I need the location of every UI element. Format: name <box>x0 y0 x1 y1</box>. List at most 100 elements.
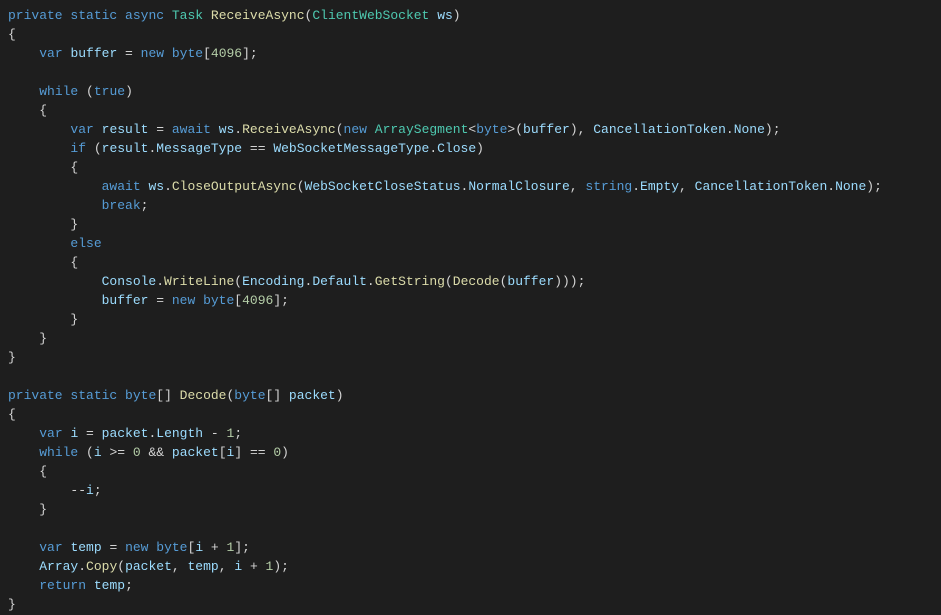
token-kw: static <box>70 8 117 23</box>
token-pun: [] <box>156 388 179 403</box>
token-pun <box>8 84 39 99</box>
token-pun: } <box>8 217 78 232</box>
token-id: temp <box>188 559 219 574</box>
token-id: ws <box>437 8 453 23</box>
token-id: packet <box>172 445 219 460</box>
code-line[interactable]: while (true) <box>8 84 133 99</box>
code-line[interactable]: var result = await ws.ReceiveAsync(new A… <box>8 122 781 137</box>
token-pun: , <box>679 179 695 194</box>
token-kw: private <box>8 8 63 23</box>
code-line[interactable]: Console.WriteLine(Encoding.Default.GetSt… <box>8 274 585 289</box>
token-id: Length <box>156 426 203 441</box>
token-pun: ( <box>336 122 344 137</box>
code-line[interactable]: { <box>8 27 16 42</box>
token-pun: - <box>203 426 226 441</box>
token-typ: ClientWebSocket <box>312 8 429 23</box>
code-line[interactable]: } <box>8 331 47 346</box>
token-pun <box>86 578 94 593</box>
token-pun: . <box>827 179 835 194</box>
token-pun: ( <box>78 84 94 99</box>
token-pun <box>8 559 39 574</box>
token-pun: { <box>8 27 16 42</box>
token-pun: ; <box>125 578 133 593</box>
code-line[interactable]: return temp; <box>8 578 133 593</box>
token-pun: ) <box>476 141 484 156</box>
token-num: 4096 <box>211 46 242 61</box>
code-line[interactable]: { <box>8 464 47 479</box>
code-line[interactable]: { <box>8 407 16 422</box>
code-line[interactable]: } <box>8 597 16 612</box>
token-kw: string <box>585 179 632 194</box>
token-id: Empty <box>640 179 679 194</box>
token-id: None <box>734 122 765 137</box>
token-pun: ) <box>453 8 461 23</box>
code-line[interactable]: if (result.MessageType == WebSocketMessa… <box>8 141 484 156</box>
code-line[interactable]: } <box>8 502 47 517</box>
code-line[interactable]: --i; <box>8 483 102 498</box>
token-kw: new <box>172 293 195 308</box>
token-pun: ))); <box>554 274 585 289</box>
code-line[interactable]: await ws.CloseOutputAsync(WebSocketClose… <box>8 179 882 194</box>
token-pun <box>8 179 102 194</box>
code-line[interactable]: { <box>8 160 78 175</box>
token-id: CancellationToken <box>593 122 726 137</box>
token-pun: [] <box>266 388 289 403</box>
token-kw: new <box>125 540 148 555</box>
code-line[interactable]: } <box>8 312 78 327</box>
code-line[interactable]: else <box>8 236 102 251</box>
code-line[interactable]: var buffer = new byte[4096]; <box>8 46 258 61</box>
code-line[interactable]: var i = packet.Length - 1; <box>8 426 242 441</box>
token-pun <box>367 122 375 137</box>
token-cfw: while <box>39 84 78 99</box>
code-line[interactable]: break; <box>8 198 148 213</box>
token-fn: ReceiveAsync <box>211 8 305 23</box>
token-kw: true <box>94 84 125 99</box>
token-pun: = <box>78 426 101 441</box>
token-id: i <box>195 540 203 555</box>
token-cfw: if <box>70 141 86 156</box>
token-id: None <box>835 179 866 194</box>
token-kw: byte <box>156 540 187 555</box>
token-pun: , <box>570 179 586 194</box>
token-fn: ReceiveAsync <box>242 122 336 137</box>
token-id: Close <box>437 141 476 156</box>
code-line[interactable]: buffer = new byte[4096]; <box>8 293 289 308</box>
token-id: result <box>102 141 149 156</box>
token-id: packet <box>125 559 172 574</box>
token-kw: static <box>70 388 117 403</box>
token-pun: . <box>164 179 172 194</box>
token-num: 0 <box>133 445 141 460</box>
token-kw: async <box>125 8 164 23</box>
code-editor[interactable]: private static async Task ReceiveAsync(C… <box>0 0 941 615</box>
code-line[interactable]: } <box>8 350 16 365</box>
token-pun: { <box>8 255 78 270</box>
token-id: i <box>86 483 94 498</box>
token-id: buffer <box>102 293 149 308</box>
token-pun <box>211 122 219 137</box>
code-line[interactable]: while (i >= 0 && packet[i] == 0) <box>8 445 289 460</box>
token-pun: ( <box>86 141 102 156</box>
token-id: buffer <box>507 274 554 289</box>
token-typ: Task <box>172 8 203 23</box>
code-line[interactable]: var temp = new byte[i + 1]; <box>8 540 250 555</box>
code-line[interactable]: private static async Task ReceiveAsync(C… <box>8 8 461 23</box>
token-pun: . <box>367 274 375 289</box>
token-pun: = <box>102 540 125 555</box>
token-pun: = <box>117 46 140 61</box>
token-id: temp <box>70 540 101 555</box>
token-pun <box>8 540 39 555</box>
code-line[interactable]: } <box>8 217 78 232</box>
token-pun <box>8 46 39 61</box>
token-pun: [ <box>219 445 227 460</box>
code-line[interactable]: { <box>8 103 47 118</box>
token-pun: ]; <box>242 46 258 61</box>
token-num: 0 <box>273 445 281 460</box>
code-line[interactable]: private static byte[] Decode(byte[] pack… <box>8 388 344 403</box>
token-kw: var <box>39 46 62 61</box>
token-fn: Decode <box>453 274 500 289</box>
token-kw: var <box>39 426 62 441</box>
token-pun: ), <box>570 122 593 137</box>
code-line[interactable]: { <box>8 255 78 270</box>
token-pun: } <box>8 350 16 365</box>
code-line[interactable]: Array.Copy(packet, temp, i + 1); <box>8 559 289 574</box>
